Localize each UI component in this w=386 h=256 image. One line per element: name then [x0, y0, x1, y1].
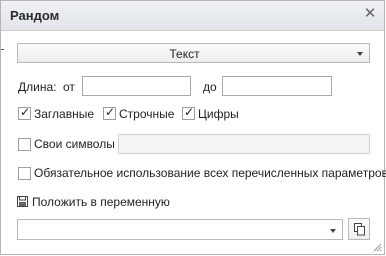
- require-all-checkbox[interactable]: [18, 167, 31, 180]
- title-bar[interactable]: Рандом ✕: [1, 1, 384, 31]
- custom-symbols-label: Свои символы: [34, 137, 115, 151]
- length-from-label: от: [63, 80, 75, 94]
- require-all-label: Обязательное использование всех перечисл…: [34, 166, 386, 180]
- type-select-value: Текст: [169, 47, 200, 61]
- variable-select[interactable]: [17, 219, 343, 240]
- custom-symbols-input[interactable]: [118, 134, 370, 154]
- copy-icon: [354, 223, 365, 236]
- save-to-variable-label: Положить в переменную: [32, 195, 170, 209]
- chevron-down-icon: [330, 229, 336, 233]
- digits-label: Цифры: [198, 107, 239, 121]
- length-from-input[interactable]: [82, 76, 191, 96]
- resize-grip-icon[interactable]: [373, 243, 382, 252]
- close-icon[interactable]: ✕: [363, 6, 377, 21]
- uppercase-checkbox[interactable]: ✓: [18, 105, 31, 120]
- lowercase-label: Строчные: [119, 107, 175, 121]
- checkmark-icon: ✓: [184, 105, 195, 119]
- length-to-input[interactable]: [222, 76, 332, 96]
- lowercase-checkbox[interactable]: ✓: [103, 105, 116, 120]
- type-select[interactable]: Текст: [17, 43, 370, 63]
- uppercase-label: Заглавные: [34, 107, 95, 121]
- length-label: Длина:: [18, 80, 57, 94]
- chevron-down-icon: [357, 52, 363, 56]
- save-icon: [17, 196, 28, 207]
- checkmark-icon: ✓: [105, 105, 116, 119]
- length-to-label: до: [203, 80, 217, 94]
- resize-edge-marker: [1, 49, 4, 55]
- checkmark-icon: ✓: [20, 105, 31, 119]
- custom-symbols-checkbox[interactable]: [18, 138, 31, 151]
- digits-checkbox[interactable]: ✓: [182, 105, 195, 120]
- dialog-content: Текст Длина: от до ✓ Заглавные ✓ Строчны…: [1, 31, 386, 254]
- random-dialog: Рандом ✕ Текст Длина: от до ✓ Заглавные …: [0, 0, 386, 255]
- copy-button[interactable]: [348, 218, 370, 240]
- window-title: Рандом: [10, 8, 60, 23]
